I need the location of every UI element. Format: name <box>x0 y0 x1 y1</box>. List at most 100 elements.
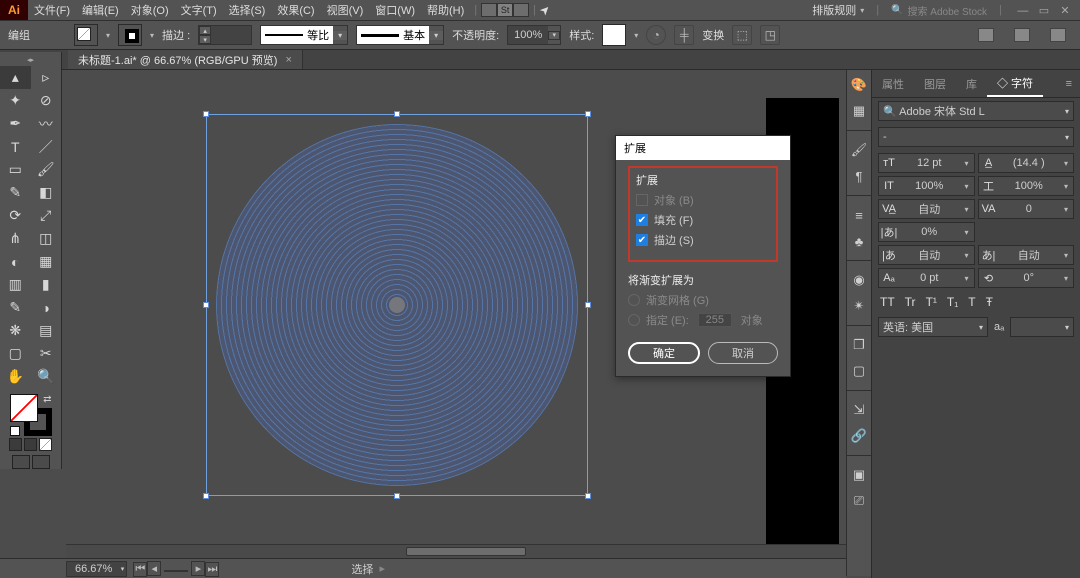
selection-tool[interactable]: ▴ <box>0 66 31 89</box>
horizontal-scrollbar[interactable] <box>66 544 846 558</box>
color-mode-none[interactable] <box>39 438 52 451</box>
handle-tl[interactable] <box>203 111 209 117</box>
document-tab[interactable]: 未标题-1.ai* @ 66.67% (RGB/GPU 预览) × <box>68 50 303 69</box>
kerning-field[interactable]: VA̲自动▾ <box>878 199 975 219</box>
antialias-dropdown[interactable]: ▾ <box>1010 317 1074 337</box>
nav-first[interactable]: ⏮ <box>133 562 147 577</box>
opacity-field[interactable]: 100%▾ <box>507 25 561 45</box>
stroke-profile-dropdown[interactable]: 等比▾ <box>260 25 348 45</box>
stock-icon[interactable]: St <box>497 3 513 17</box>
menu-view[interactable]: 视图(V) <box>321 2 370 18</box>
tab-character[interactable]: ◇ 字符 <box>987 70 1043 97</box>
checkbox-stroke-row[interactable]: ✔ 描边 (S) <box>636 232 770 248</box>
css-panel-icon[interactable]: ⎚ <box>850 492 868 510</box>
strikethrough-button[interactable]: Ŧ <box>986 295 993 309</box>
lasso-tool[interactable]: ⊘ <box>31 89 62 112</box>
hscale-field[interactable]: 工100%▾ <box>978 176 1075 196</box>
type-tool[interactable]: T <box>0 135 31 158</box>
close-button[interactable]: ✕ <box>1056 4 1074 17</box>
arrange-icon[interactable] <box>513 3 529 17</box>
mesh-tool[interactable]: ▥ <box>0 273 31 296</box>
brushes-panel-icon[interactable]: 🖌 <box>850 141 868 159</box>
line-tool[interactable]: ／ <box>31 135 62 158</box>
magic-wand-tool[interactable]: ✦ <box>0 89 31 112</box>
menu-type[interactable]: 文字(T) <box>175 2 223 18</box>
gradient-tool[interactable]: ▮ <box>31 273 62 296</box>
stroke-swatch[interactable] <box>118 24 142 46</box>
handle-tr[interactable] <box>585 111 591 117</box>
tab-layers[interactable]: 图层 <box>914 70 956 97</box>
actions-panel-icon[interactable]: ▣ <box>850 466 868 484</box>
curvature-tool[interactable]: 〰 <box>31 112 62 135</box>
checkbox-fill[interactable]: ✔ <box>636 214 648 226</box>
hand-tool[interactable]: ✋ <box>0 365 31 388</box>
superscript-button[interactable]: T¹ <box>926 295 937 309</box>
menu-select[interactable]: 选择(S) <box>223 2 272 18</box>
nav-next[interactable]: ▸ <box>191 561 205 576</box>
font-size-field[interactable]: тT12 pt▾ <box>878 153 975 173</box>
color-mode-gradient[interactable] <box>24 438 37 451</box>
screen-mode-icon[interactable] <box>32 455 50 469</box>
fill-stroke-control[interactable]: ⇄ <box>10 394 52 436</box>
isolate-icon[interactable]: ⬚ <box>732 25 752 45</box>
edit-icon[interactable]: ◳ <box>760 25 780 45</box>
rotation-field[interactable]: ⟲0°▾ <box>978 268 1075 288</box>
symbols-panel-icon[interactable]: ¶ <box>850 167 868 185</box>
default-fill-stroke-icon[interactable] <box>10 426 20 436</box>
slice-tool[interactable]: ✂ <box>31 342 62 365</box>
gradient-panel-icon[interactable]: ♣ <box>850 232 868 250</box>
rotate-tool[interactable]: ⟳ <box>0 204 31 227</box>
scale-tool[interactable]: ⤢ <box>31 204 62 227</box>
eraser-tool[interactable]: ◧ <box>31 181 62 204</box>
direct-selection-tool[interactable]: ▹ <box>31 66 62 89</box>
handle-mb[interactable] <box>394 493 400 499</box>
draw-mode-icon[interactable] <box>12 455 30 469</box>
asset-export-icon[interactable]: ⇲ <box>850 401 868 419</box>
toolbox-grip[interactable]: ◂▸ <box>0 56 61 66</box>
nav-index[interactable] <box>164 570 188 572</box>
color-panel-icon[interactable]: 🎨 <box>850 76 868 94</box>
free-transform-tool[interactable]: ◫ <box>31 227 62 250</box>
layers-panel-icon[interactable]: ❐ <box>850 336 868 354</box>
fill-color-icon[interactable] <box>10 394 38 422</box>
panel-toggle-1[interactable] <box>978 28 994 42</box>
paintbrush-tool[interactable]: 🖌 <box>31 158 62 181</box>
appearance-panel-icon[interactable]: ◉ <box>850 271 868 289</box>
menu-effect[interactable]: 效果(C) <box>271 2 320 18</box>
adobe-stock-search[interactable]: 🔍搜索 Adobe Stock <box>891 3 987 18</box>
aki-field[interactable]: |あ自动▾ <box>878 245 975 265</box>
allcaps-button[interactable]: TT <box>880 295 895 309</box>
handle-ml[interactable] <box>203 302 209 308</box>
swap-fill-stroke-icon[interactable]: ⇄ <box>43 394 51 405</box>
menu-help[interactable]: 帮助(H) <box>421 2 470 18</box>
bridge-icon[interactable] <box>481 3 497 17</box>
dialog-title[interactable]: 扩展 <box>616 136 790 160</box>
recolor-icon[interactable]: ◔ <box>646 25 666 45</box>
font-family-dropdown[interactable]: 🔍 Adobe 宋体 Std L▾ <box>878 101 1074 121</box>
aki-field2[interactable]: あ|自动▾ <box>978 245 1075 265</box>
align-icon[interactable]: ╪ <box>674 25 694 45</box>
maximize-button[interactable]: ▭ <box>1035 4 1053 17</box>
font-style-dropdown[interactable]: -▾ <box>878 127 1074 147</box>
perspective-tool[interactable]: ▦ <box>31 250 62 273</box>
tsume-field[interactable]: |あ|0%▾ <box>878 222 975 242</box>
subscript-button[interactable]: T₁ <box>947 295 958 309</box>
selection-bounding-box[interactable] <box>206 114 588 496</box>
tracking-field[interactable]: VA0▾ <box>978 199 1075 219</box>
minimize-button[interactable]: — <box>1014 5 1032 17</box>
tab-libraries[interactable]: 库 <box>956 70 987 97</box>
menu-file[interactable]: 文件(F) <box>28 2 76 18</box>
graph-tool[interactable]: ▤ <box>31 319 62 342</box>
handle-bl[interactable] <box>203 493 209 499</box>
menu-edit[interactable]: 编辑(E) <box>76 2 125 18</box>
checkbox-stroke[interactable]: ✔ <box>636 234 648 246</box>
rectangle-tool[interactable]: ▭ <box>0 158 31 181</box>
cancel-button[interactable]: 取消 <box>708 342 778 364</box>
links-panel-icon[interactable]: 🔗 <box>850 427 868 445</box>
color-mode-solid[interactable] <box>9 438 22 451</box>
zoom-dropdown[interactable]: 66.67%▾ <box>66 561 127 577</box>
stroke-panel-icon[interactable]: ≡ <box>850 206 868 224</box>
ok-button[interactable]: 确定 <box>628 342 700 364</box>
baseline-field[interactable]: Aₐ0 pt▾ <box>878 268 975 288</box>
language-dropdown[interactable]: 英语: 美国▾ <box>878 317 988 337</box>
